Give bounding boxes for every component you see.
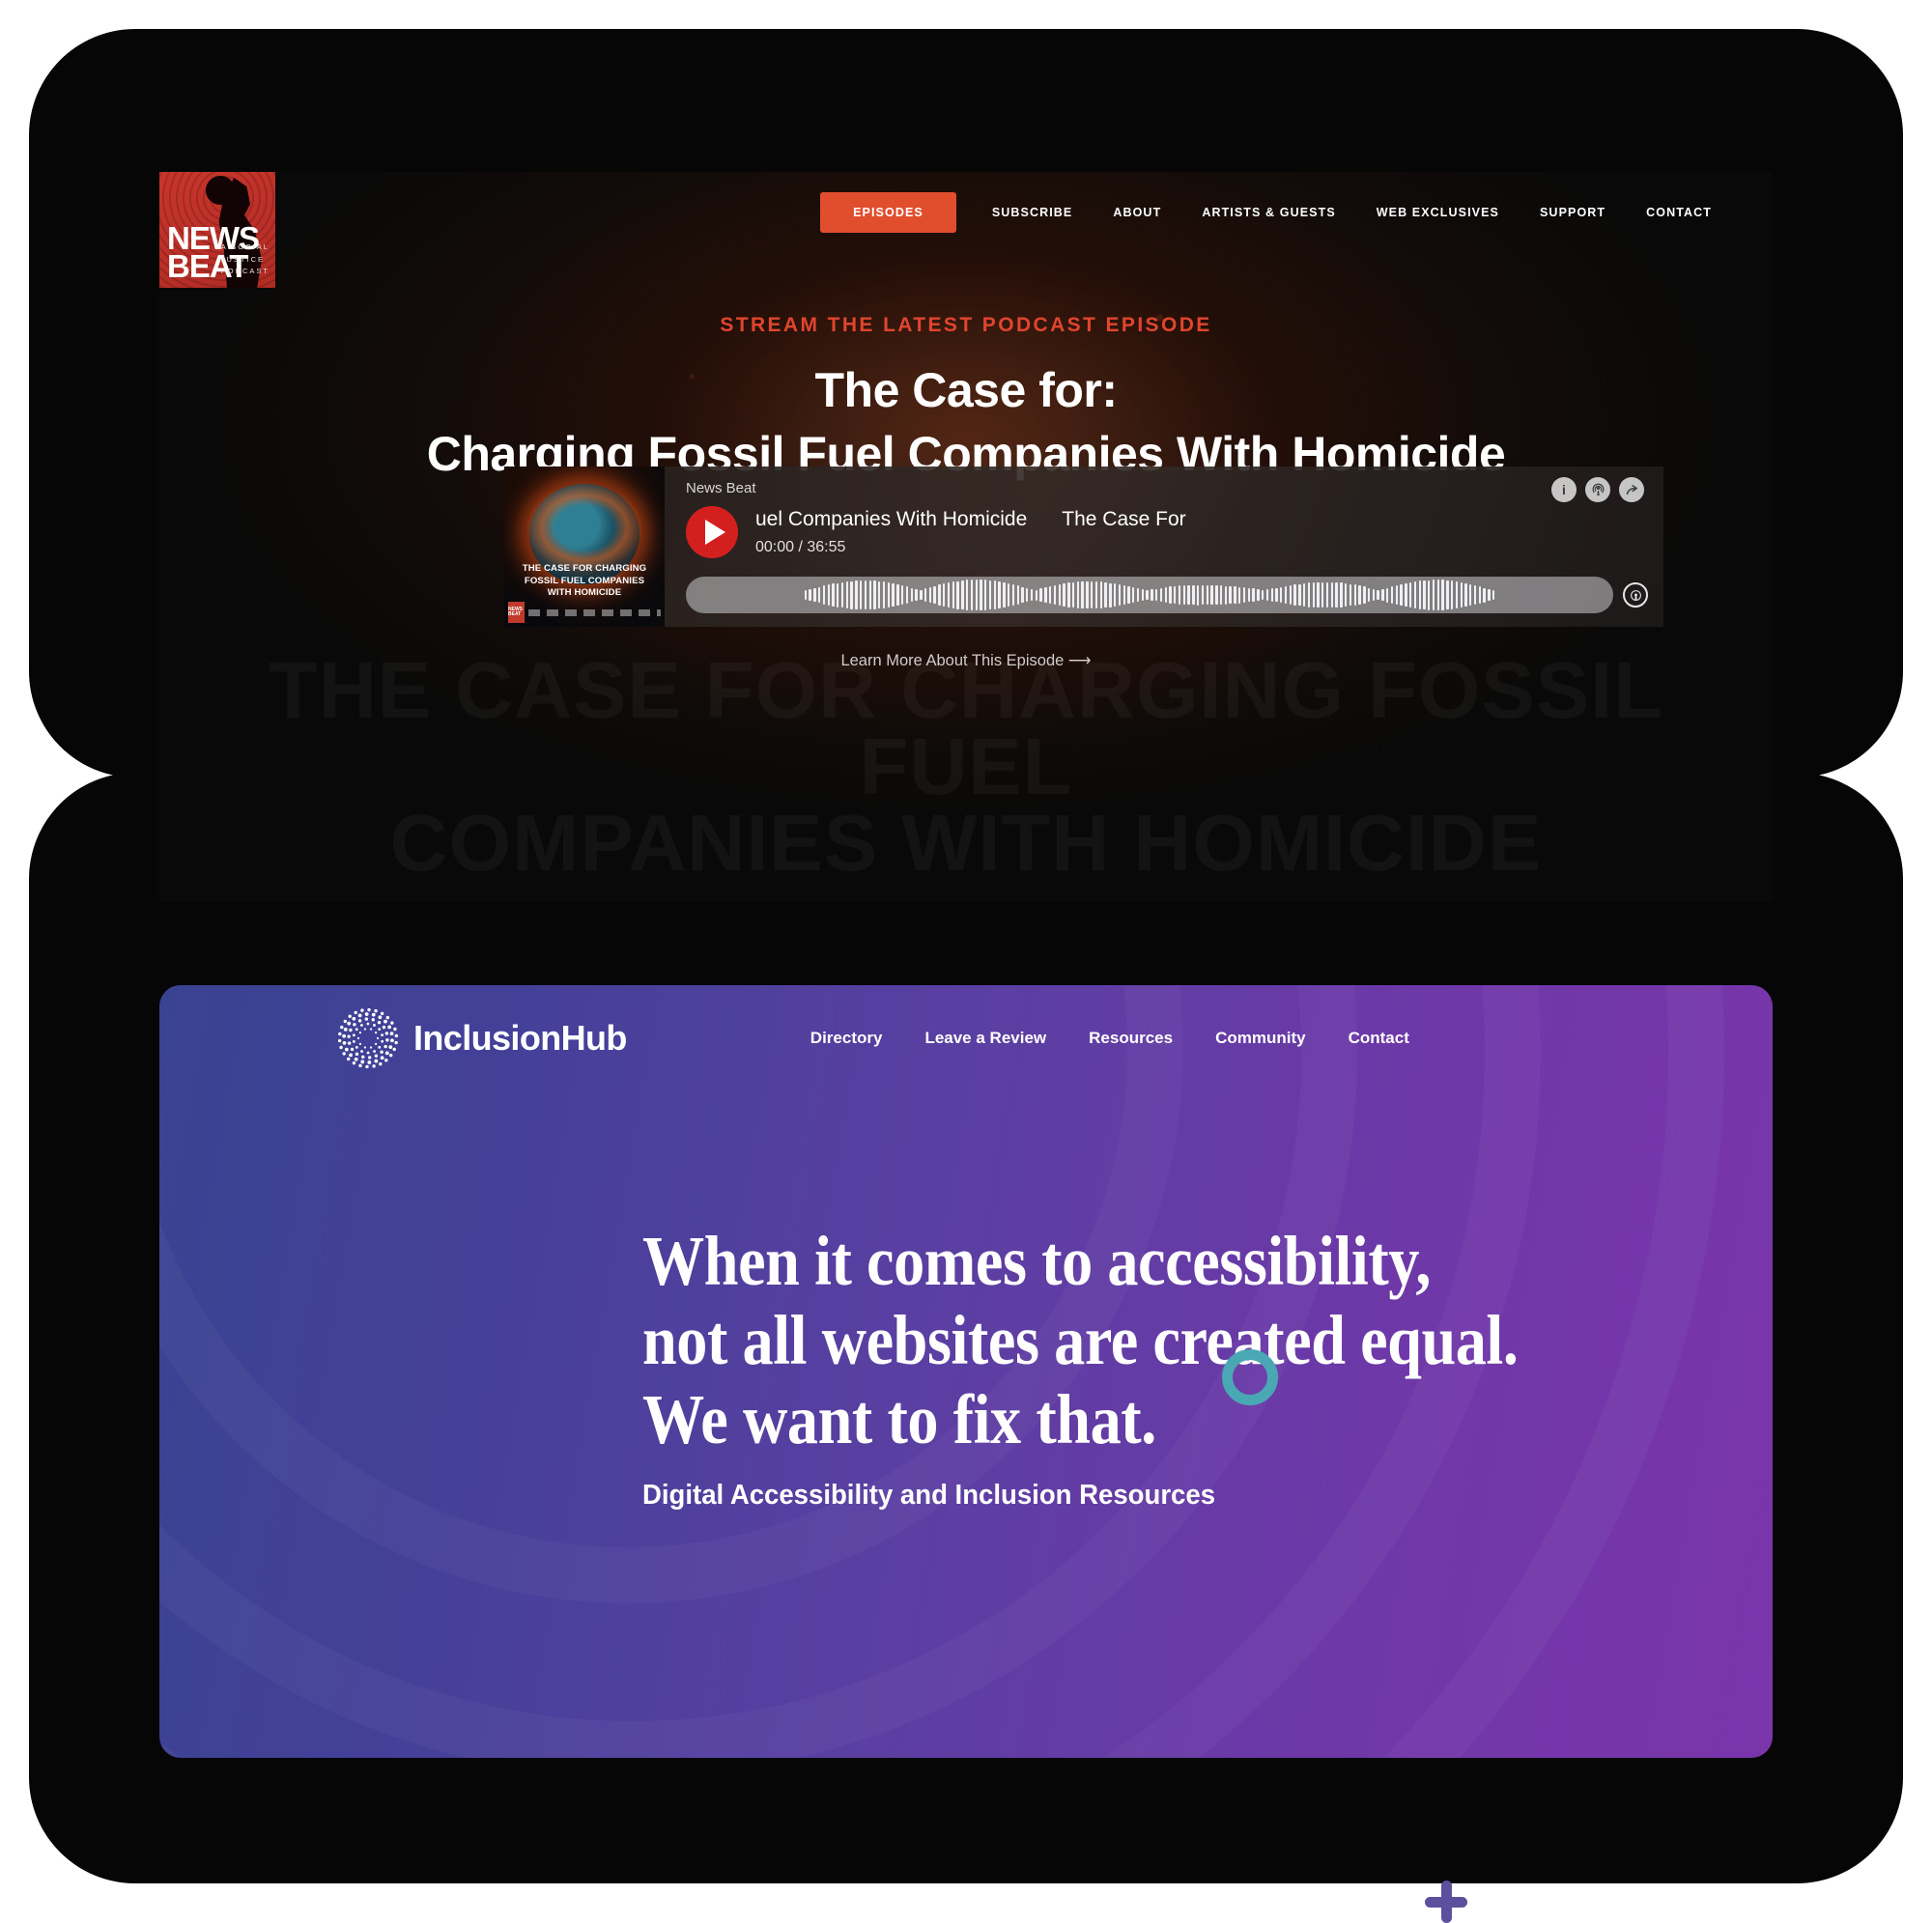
info-icon[interactable]: i: [1551, 477, 1577, 502]
sunburst-dots-icon: [337, 1007, 399, 1069]
player-artwork: THE CASE FOR CHARGING FOSSIL FUEL COMPAN…: [504, 467, 665, 627]
artwork-badge: NEWS BEAT: [508, 602, 525, 623]
player-main-row: uel Companies With Homicide The Case For…: [686, 506, 1642, 558]
newsbeat-website: THE CASE FOR CHARGING FOSSIL FUEL COMPAN…: [159, 172, 1773, 902]
player-time: 00:00 / 36:55: [755, 539, 846, 555]
inclusionhub-website: InclusionHub Directory Leave a Review Re…: [159, 985, 1773, 1758]
artwork-footer: NEWS BEAT: [508, 601, 661, 624]
artwork-footer-marks: [528, 608, 661, 616]
plus-shape-icon: [1425, 1881, 1467, 1923]
player-track-title: uel Companies With Homicide: [755, 508, 1028, 530]
waveform-scrubber[interactable]: [686, 577, 1613, 613]
player-action-icons: i: [1551, 477, 1644, 502]
volume-icon[interactable]: [1623, 582, 1648, 608]
newsbeat-logo[interactable]: NEWS BEAT A SOCIAL JUSTICE PODCAST: [159, 172, 275, 288]
inclusionhub-navigation: Directory Leave a Review Resources Commu…: [810, 1029, 1409, 1048]
nav-item-directory[interactable]: Directory: [810, 1029, 883, 1048]
player-track-info: uel Companies With Homicide The Case For…: [755, 508, 1642, 556]
audio-player[interactable]: THE CASE FOR CHARGING FOSSIL FUEL COMPAN…: [504, 467, 1663, 627]
nav-item-contact[interactable]: Contact: [1349, 1029, 1409, 1048]
player-show-name: News Beat: [686, 480, 756, 496]
inclusionhub-logo[interactable]: InclusionHub: [337, 1007, 627, 1069]
inclusionhub-hero: When it comes to accessibility, not all …: [642, 1222, 1637, 1512]
hero-headline-line1: When it comes to accessibility,: [642, 1222, 1432, 1300]
newsbeat-navigation: EPISODES SUBSCRIBE ABOUT ARTISTS & GUEST…: [159, 185, 1773, 240]
play-button[interactable]: [686, 506, 738, 558]
nav-item-artists-guests[interactable]: ARTISTS & GUESTS: [1181, 206, 1355, 219]
circle-outline-teal-icon: [1222, 1349, 1278, 1405]
inclusionhub-header: InclusionHub Directory Leave a Review Re…: [159, 1003, 1773, 1074]
learn-more-link[interactable]: Learn More About This Episode ⟶: [159, 651, 1773, 670]
logo-microphone-icon: [206, 176, 235, 205]
logo-tagline: A SOCIAL JUSTICE PODCAST: [220, 241, 270, 276]
nav-item-contact[interactable]: CONTACT: [1626, 206, 1732, 219]
nav-item-community[interactable]: Community: [1215, 1029, 1306, 1048]
player-waveform-row: [686, 577, 1648, 613]
hero-subtitle: Digital Accessibility and Inclusion Reso…: [642, 1480, 1216, 1512]
nav-item-leave-a-review[interactable]: Leave a Review: [924, 1029, 1046, 1048]
nav-item-resources[interactable]: Resources: [1089, 1029, 1173, 1048]
play-icon: [704, 520, 725, 545]
hero-headline-line2: not all websites are created equal.: [642, 1300, 1519, 1379]
player-track-title-secondary: The Case For: [1062, 508, 1186, 530]
nav-item-episodes[interactable]: EPISODES: [820, 192, 956, 233]
player-body: News Beat i uel Companies With Homicide …: [665, 467, 1663, 627]
hero-eyebrow: STREAM THE LATEST PODCAST EPISODE: [720, 314, 1212, 336]
nav-item-web-exclusives[interactable]: WEB EXCLUSIVES: [1356, 206, 1520, 219]
artwork-caption: THE CASE FOR CHARGING FOSSIL FUEL COMPAN…: [522, 563, 647, 599]
podcast-icon[interactable]: [1585, 477, 1610, 502]
hero-title-line1: The Case for:: [814, 363, 1118, 417]
nav-item-about[interactable]: ABOUT: [1093, 206, 1181, 219]
hero-headline-line3: We want to fix that.: [642, 1379, 1156, 1458]
inclusionhub-wordmark: InclusionHub: [413, 1018, 627, 1058]
nav-item-support[interactable]: SUPPORT: [1520, 206, 1626, 219]
share-icon[interactable]: [1619, 477, 1644, 502]
nav-item-subscribe[interactable]: SUBSCRIBE: [972, 206, 1094, 219]
